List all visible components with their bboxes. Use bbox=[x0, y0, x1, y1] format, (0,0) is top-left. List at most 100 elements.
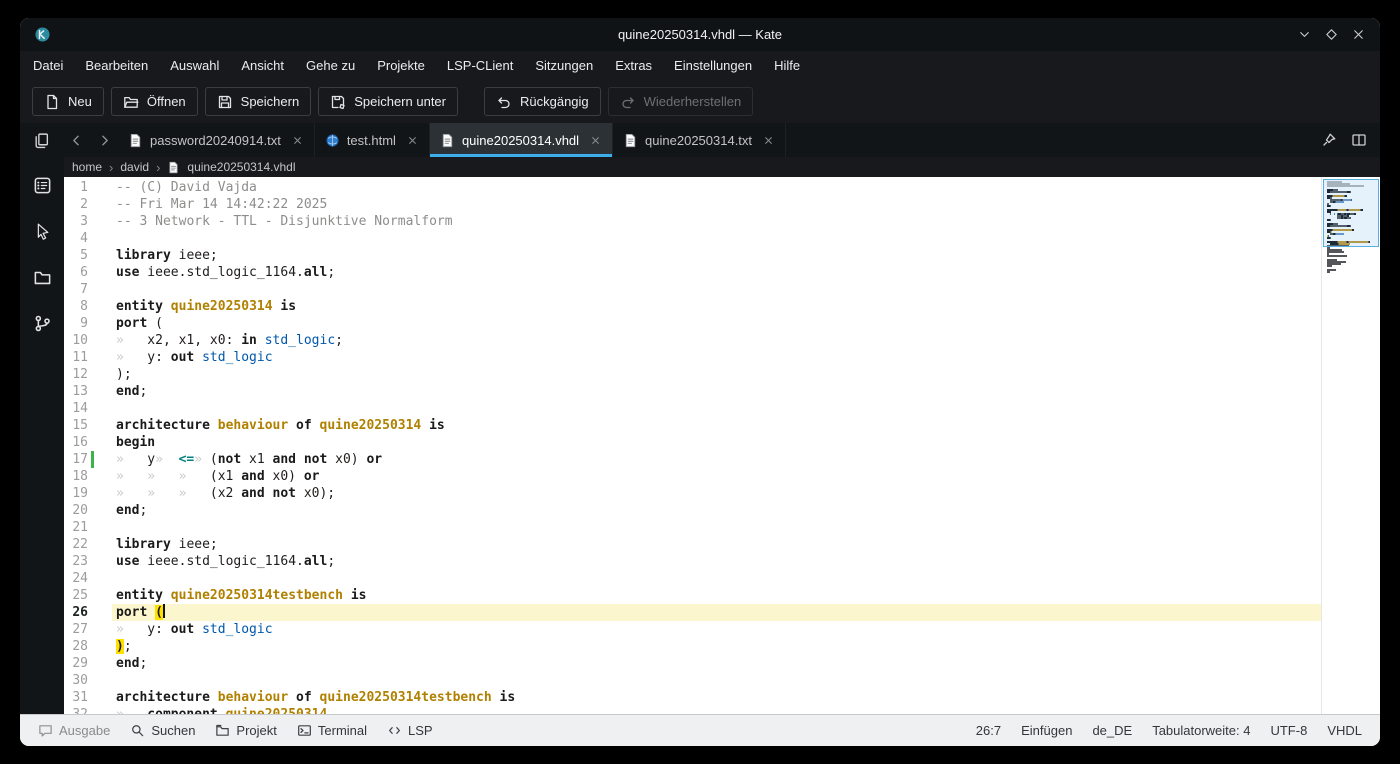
save-as-icon bbox=[330, 94, 346, 110]
code-line[interactable]: 14 bbox=[64, 400, 1322, 417]
tab-scroll-right-button[interactable] bbox=[90, 123, 118, 157]
minimap[interactable] bbox=[1321, 177, 1380, 714]
code-line[interactable]: 3-- 3 Network - TTL - Disjunktive Normal… bbox=[64, 213, 1322, 230]
code-line[interactable]: 22library ieee; bbox=[64, 536, 1322, 553]
outline-list-icon bbox=[33, 176, 52, 195]
menu-gehe-zu[interactable]: Gehe zu bbox=[295, 51, 366, 80]
code-line[interactable]: 8entity quine20250314 is bbox=[64, 298, 1322, 315]
tab-test-html[interactable]: test.html bbox=[315, 123, 430, 157]
code-line[interactable]: 1-- (C) David Vajda bbox=[64, 179, 1322, 196]
line-number: 27 bbox=[64, 621, 112, 638]
code-line[interactable]: 6use ieee.std_logic_1164.all; bbox=[64, 264, 1322, 281]
breadcrumb-file[interactable]: quine20250314.vhdl bbox=[187, 160, 295, 174]
minimap-viewport[interactable] bbox=[1323, 179, 1379, 247]
tab-close-button[interactable] bbox=[406, 134, 419, 147]
code-line[interactable]: 30 bbox=[64, 672, 1322, 689]
menu-datei[interactable]: Datei bbox=[22, 51, 74, 80]
editor-lines[interactable]: 1-- (C) David Vajda2-- Fri Mar 14 14:42:… bbox=[64, 179, 1322, 714]
terminal-button[interactable]: Terminal bbox=[287, 715, 377, 746]
line-number: 5 bbox=[64, 247, 112, 264]
menu-einstellungen[interactable]: Einstellungen bbox=[663, 51, 763, 80]
menu-bearbeiten[interactable]: Bearbeiten bbox=[74, 51, 159, 80]
git-panel-button[interactable] bbox=[27, 308, 57, 338]
outline-panel-button[interactable] bbox=[27, 170, 57, 200]
code-line[interactable]: 32»component quine20250314 bbox=[64, 706, 1322, 714]
toolbar-save-as-button[interactable]: Speichern unter bbox=[318, 87, 458, 116]
code-line[interactable]: 12); bbox=[64, 366, 1322, 383]
code-line[interactable]: 13end; bbox=[64, 383, 1322, 400]
output-button[interactable]: Ausgabe bbox=[28, 715, 120, 746]
minimize-button[interactable] bbox=[1297, 27, 1312, 42]
encoding[interactable]: UTF-8 bbox=[1260, 715, 1317, 746]
diagnostics-panel-button[interactable] bbox=[27, 216, 57, 246]
code-line[interactable]: 16begin bbox=[64, 434, 1322, 451]
toolbar-new-document-button[interactable]: Neu bbox=[32, 87, 104, 116]
tab-close-button[interactable] bbox=[589, 134, 602, 147]
project-button[interactable]: Projekt bbox=[205, 715, 286, 746]
menu-lsp-client[interactable]: LSP-CLient bbox=[436, 51, 524, 80]
code-line[interactable]: 15architecture behaviour of quine2025031… bbox=[64, 417, 1322, 434]
editor[interactable]: 1-- (C) David Vajda2-- Fri Mar 14 14:42:… bbox=[64, 177, 1380, 714]
maximize-button[interactable] bbox=[1324, 27, 1339, 42]
code-line[interactable]: 24 bbox=[64, 570, 1322, 587]
toolbar-open-folder-button[interactable]: Öffnen bbox=[111, 87, 198, 116]
code-line[interactable]: 2-- Fri Mar 14 14:42:22 2025 bbox=[64, 196, 1322, 213]
code-line[interactable]: 27»y: out std_logic bbox=[64, 621, 1322, 638]
code-line[interactable]: 9port ( bbox=[64, 315, 1322, 332]
documents-panel-button[interactable] bbox=[20, 123, 62, 157]
tool-sidebar bbox=[20, 157, 64, 714]
toolbar-save-button[interactable]: Speichern bbox=[205, 87, 312, 116]
code-line[interactable]: 28); bbox=[64, 638, 1322, 655]
code-line[interactable]: 29end; bbox=[64, 655, 1322, 672]
syntax-mode[interactable]: VHDL bbox=[1317, 715, 1372, 746]
split-view-button[interactable] bbox=[1348, 129, 1370, 151]
code-line[interactable]: 20end; bbox=[64, 502, 1322, 519]
tab-marker: » bbox=[155, 451, 178, 468]
code-line[interactable]: 25entity quine20250314testbench is bbox=[64, 587, 1322, 604]
toolbar-undo-button[interactable]: Rückgängig bbox=[484, 87, 601, 116]
breadcrumb-david[interactable]: david bbox=[120, 160, 149, 174]
code-line[interactable]: 5library ieee; bbox=[64, 247, 1322, 264]
code-line[interactable]: 4 bbox=[64, 230, 1322, 247]
code-line[interactable]: 31architecture behaviour of quine2025031… bbox=[64, 689, 1322, 706]
code-line[interactable]: 11»y: out std_logic bbox=[64, 349, 1322, 366]
code-line[interactable]: 17»y»<=»(not x1 and not x0) or bbox=[64, 451, 1322, 468]
lsp-button[interactable]: LSP bbox=[377, 715, 443, 746]
code-line[interactable]: 7 bbox=[64, 281, 1322, 298]
tab-scroll-left-button[interactable] bbox=[62, 123, 90, 157]
tab-close-button[interactable] bbox=[762, 134, 775, 147]
title-bar[interactable]: quine20250314.vhdl — Kate bbox=[20, 18, 1380, 51]
code-line[interactable]: 23use ieee.std_logic_1164.all; bbox=[64, 553, 1322, 570]
code-line[interactable]: 10»x2, x1, x0: in std_logic; bbox=[64, 332, 1322, 349]
cursor-position[interactable]: 26:7 bbox=[966, 715, 1011, 746]
tab-close-button[interactable] bbox=[291, 134, 304, 147]
line-number: 22 bbox=[64, 536, 112, 553]
menu-ansicht[interactable]: Ansicht bbox=[230, 51, 295, 80]
code-line[interactable]: 21 bbox=[64, 519, 1322, 536]
text-file-icon bbox=[128, 133, 143, 148]
tab-marker: » bbox=[116, 349, 147, 366]
line-number: 25 bbox=[64, 587, 112, 604]
menu-extras[interactable]: Extras bbox=[604, 51, 663, 80]
code-line[interactable]: 19»»»(x2 and not x0); bbox=[64, 485, 1322, 502]
toolbar-redo-button[interactable]: Wiederherstellen bbox=[608, 87, 754, 116]
tab-width[interactable]: Tabulatorweite: 4 bbox=[1142, 715, 1260, 746]
chevron-left-icon bbox=[68, 132, 85, 149]
menu-hilfe[interactable]: Hilfe bbox=[763, 51, 811, 80]
menu-auswahl[interactable]: Auswahl bbox=[159, 51, 230, 80]
tabbar-right-buttons bbox=[1318, 123, 1380, 157]
search-button[interactable]: Suchen bbox=[120, 715, 205, 746]
tab-password20240914-txt[interactable]: password20240914.txt bbox=[118, 123, 315, 157]
pin-tab-button[interactable] bbox=[1318, 129, 1340, 151]
tab-quine20250314-vhdl[interactable]: quine20250314.vhdl bbox=[430, 123, 613, 157]
breadcrumb-home[interactable]: home bbox=[72, 160, 102, 174]
insert-mode[interactable]: Einfügen bbox=[1011, 715, 1082, 746]
close-button[interactable] bbox=[1351, 27, 1366, 42]
dictionary[interactable]: de_DE bbox=[1082, 715, 1142, 746]
tab-quine20250314-txt[interactable]: quine20250314.txt bbox=[613, 123, 786, 157]
filesystem-panel-button[interactable] bbox=[27, 262, 57, 292]
menu-sitzungen[interactable]: Sitzungen bbox=[524, 51, 604, 80]
menu-projekte[interactable]: Projekte bbox=[366, 51, 436, 80]
code-line[interactable]: 26port ( bbox=[64, 604, 1322, 621]
code-line[interactable]: 18»»»(x1 and x0) or bbox=[64, 468, 1322, 485]
